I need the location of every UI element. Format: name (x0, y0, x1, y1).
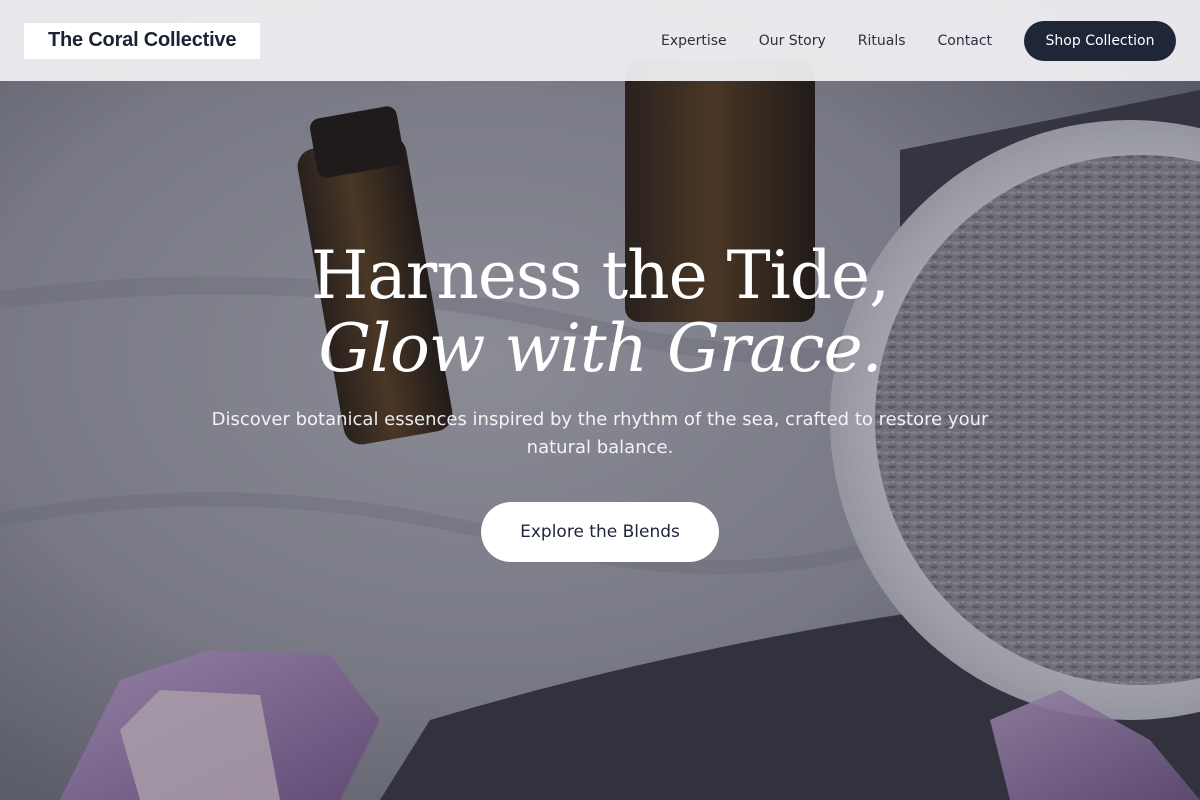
shop-collection-button[interactable]: Shop Collection (1024, 20, 1176, 61)
hero-title-line-2: Glow with Grace. (318, 310, 882, 387)
hero-title: Harness the Tide, Glow with Grace. (310, 237, 890, 387)
brand-logo[interactable]: The Coral Collective (24, 22, 261, 59)
nav-link-contact[interactable]: Contact (938, 33, 992, 49)
hero-title-line-1: Harness the Tide, (310, 237, 890, 314)
main-nav: Expertise Our Story Rituals Contact Shop… (661, 20, 1176, 61)
nav-link-our-story[interactable]: Our Story (759, 33, 826, 49)
hero-section: Harness the Tide, Glow with Grace. Disco… (0, 238, 1200, 562)
site-header: The Coral Collective Expertise Our Story… (0, 0, 1200, 81)
explore-blends-button[interactable]: Explore the Blends (481, 502, 719, 562)
hero-subtitle: Discover botanical essences inspired by … (211, 409, 989, 458)
nav-link-rituals[interactable]: Rituals (858, 33, 906, 49)
nav-link-expertise[interactable]: Expertise (661, 33, 727, 49)
